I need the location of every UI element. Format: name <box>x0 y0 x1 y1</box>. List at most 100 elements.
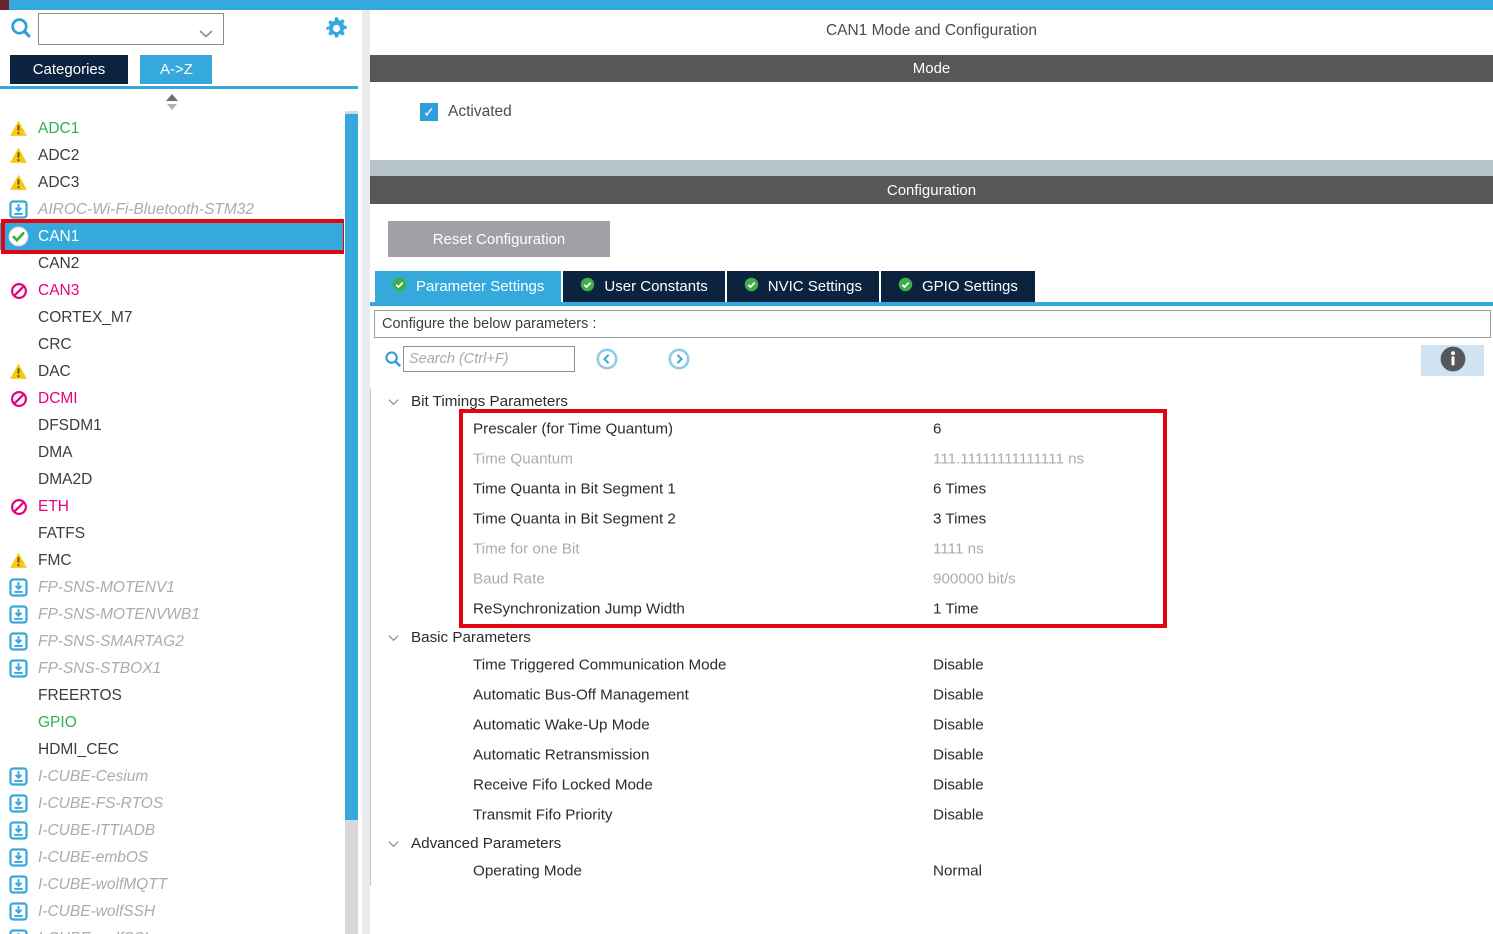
sidebar-item-label: I-CUBE-wolfMQTT <box>38 876 167 894</box>
sidebar-item-fp-sns-smartag2[interactable]: FP-SNS-SMARTAG2 <box>0 628 344 655</box>
reset-configuration-button[interactable]: Reset Configuration <box>388 221 610 257</box>
param-row-receive-fifo-locked-mode[interactable]: Receive Fifo Locked ModeDisable <box>371 770 1493 800</box>
sidebar-search-combobox[interactable] <box>38 13 224 45</box>
section-header-bit-timings-parameters[interactable]: Bit Timings Parameters <box>371 388 1493 414</box>
settings-gear-icon[interactable] <box>323 15 351 43</box>
next-match-icon[interactable] <box>668 348 690 375</box>
sidebar-item-hdmi-cec[interactable]: HDMI_CEC <box>0 736 344 763</box>
sidebar-item-can3[interactable]: CAN3 <box>0 277 344 304</box>
sidebar-item-dma[interactable]: DMA <box>0 439 344 466</box>
sidebar-item-i-cube-embos[interactable]: I-CUBE-embOS <box>0 844 344 871</box>
sidebar-item-can2[interactable]: CAN2 <box>0 250 344 277</box>
param-row-automatic-bus-off-management[interactable]: Automatic Bus-Off ManagementDisable <box>371 680 1493 710</box>
sort-toggle-icon[interactable] <box>166 94 178 111</box>
sidebar-item-dma2d[interactable]: DMA2D <box>0 466 344 493</box>
download-icon <box>8 658 29 679</box>
tab-gpio-settings[interactable]: GPIO Settings <box>881 271 1035 302</box>
sidebar-item-i-cube-fs-rtos[interactable]: I-CUBE-FS-RTOS <box>0 790 344 817</box>
blocked-icon <box>8 496 29 517</box>
sidebar-item-label: FATFS <box>38 525 85 543</box>
sidebar-item-freertos[interactable]: FREERTOS <box>0 682 344 709</box>
sidebar-item-i-cube-ittiadb[interactable]: I-CUBE-ITTIADB <box>0 817 344 844</box>
tab-a-z[interactable]: A->Z <box>140 55 212 84</box>
sidebar-item-i-cube-wolfmqtt[interactable]: I-CUBE-wolfMQTT <box>0 871 344 898</box>
tab-user-constants[interactable]: User Constants <box>563 271 724 302</box>
tab-categories[interactable]: Categories <box>10 55 128 84</box>
param-value[interactable]: 6 Times <box>933 481 986 498</box>
sidebar-item-i-cube-wolfssl[interactable]: I-CUBE-wolfSSL <box>0 925 344 934</box>
param-label: ReSynchronization Jump Width <box>473 601 685 618</box>
parameter-search-input[interactable] <box>403 346 575 372</box>
activated-checkbox[interactable]: ✓ <box>420 103 438 121</box>
sidebar-item-fp-sns-motenv1[interactable]: FP-SNS-MOTENV1 <box>0 574 344 601</box>
chevron-down-icon <box>388 629 399 646</box>
sidebar-item-adc3[interactable]: ADC3 <box>0 169 344 196</box>
sidebar-item-label: CRC <box>38 336 72 354</box>
top-title-bar <box>0 0 1493 10</box>
warning-icon <box>8 118 29 139</box>
param-row-time-for-one-bit[interactable]: Time for one Bit1111 ns <box>371 534 1493 564</box>
sidebar-item-cortex-m7[interactable]: CORTEX_M7 <box>0 304 344 331</box>
sidebar-scrollbar[interactable] <box>345 111 358 934</box>
no-icon <box>8 442 29 463</box>
param-row-time-quantum[interactable]: Time Quantum111.11111111111111 ns <box>371 444 1493 474</box>
sidebar-item-dfsdm1[interactable]: DFSDM1 <box>0 412 344 439</box>
download-icon <box>8 604 29 625</box>
param-row-operating-mode[interactable]: Operating ModeNormal <box>371 856 1493 886</box>
sidebar-item-i-cube-cesium[interactable]: I-CUBE-Cesium <box>0 763 344 790</box>
param-value[interactable]: Disable <box>933 807 984 824</box>
tab-parameter-settings[interactable]: Parameter Settings <box>375 271 561 302</box>
sidebar-item-adc2[interactable]: ADC2 <box>0 142 344 169</box>
sidebar-item-fp-sns-stbox1[interactable]: FP-SNS-STBOX1 <box>0 655 344 682</box>
param-value[interactable]: 1 Time <box>933 601 979 618</box>
sidebar-item-dac[interactable]: DAC <box>0 358 344 385</box>
param-row-automatic-retransmission[interactable]: Automatic RetransmissionDisable <box>371 740 1493 770</box>
section-title: Basic Parameters <box>411 629 531 646</box>
sidebar-item-i-cube-wolfssh[interactable]: I-CUBE-wolfSSH <box>0 898 344 925</box>
sidebar-item-label: I-CUBE-embOS <box>38 849 148 867</box>
tab-label: NVIC Settings <box>768 278 862 295</box>
sidebar-item-can1[interactable]: CAN1 <box>0 223 344 250</box>
section-header-basic-parameters[interactable]: Basic Parameters <box>371 624 1493 650</box>
param-value[interactable]: Normal <box>933 863 982 880</box>
param-value[interactable]: Disable <box>933 777 984 794</box>
activated-label: Activated <box>448 103 512 121</box>
param-row-baud-rate[interactable]: Baud Rate900000 bit/s <box>371 564 1493 594</box>
sidebar-item-crc[interactable]: CRC <box>0 331 344 358</box>
sidebar-item-eth[interactable]: ETH <box>0 493 344 520</box>
sidebar-scrollbar-thumb[interactable] <box>345 114 358 820</box>
param-row-automatic-wake-up-mode[interactable]: Automatic Wake-Up ModeDisable <box>371 710 1493 740</box>
section-basic-parameters: Basic Parameters Time Triggered Communica… <box>371 624 1493 830</box>
param-value[interactable]: Disable <box>933 717 984 734</box>
sidebar-item-fmc[interactable]: FMC <box>0 547 344 574</box>
no-icon <box>8 307 29 328</box>
info-button[interactable] <box>1421 345 1484 376</box>
param-label: Baud Rate <box>473 571 545 588</box>
panel-splitter[interactable] <box>370 160 1493 176</box>
sidebar-item-adc1[interactable]: ADC1 <box>0 115 344 142</box>
sidebar-item-fp-sns-motenvwb1[interactable]: FP-SNS-MOTENVWB1 <box>0 601 344 628</box>
param-value[interactable]: Disable <box>933 657 984 674</box>
section-title: Advanced Parameters <box>411 835 561 852</box>
param-row-transmit-fifo-priority[interactable]: Transmit Fifo PriorityDisable <box>371 800 1493 830</box>
tab-nvic-settings[interactable]: NVIC Settings <box>727 271 879 302</box>
param-row-time-quanta-in-bit-segment-2[interactable]: Time Quanta in Bit Segment 23 Times <box>371 504 1493 534</box>
param-value[interactable]: Disable <box>933 687 984 704</box>
param-row-prescaler-for-time-quantum[interactable]: Prescaler (for Time Quantum)6 <box>371 414 1493 444</box>
sidebar-item-gpio[interactable]: GPIO <box>0 709 344 736</box>
sidebar-item-dcmi[interactable]: DCMI <box>0 385 344 412</box>
param-row-resynchronization-jump-width[interactable]: ReSynchronization Jump Width 1 Time <box>371 594 1493 624</box>
sidebar-item-airoc-wi-fi-bluetooth-stm32[interactable]: AIROC-Wi-Fi-Bluetooth-STM32 <box>0 196 344 223</box>
previous-match-icon[interactable] <box>596 348 618 375</box>
param-row-time-quanta-in-bit-segment-1[interactable]: Time Quanta in Bit Segment 16 Times <box>371 474 1493 504</box>
ok-badge-icon <box>392 277 407 296</box>
param-value[interactable]: 3 Times <box>933 511 986 528</box>
section-header-advanced-parameters[interactable]: Advanced Parameters <box>371 830 1493 856</box>
param-value[interactable]: Disable <box>933 747 984 764</box>
sidebar-item-fatfs[interactable]: FATFS <box>0 520 344 547</box>
param-value[interactable]: 6 <box>933 421 941 438</box>
param-row-time-triggered-communication-mode[interactable]: Time Triggered Communication ModeDisable <box>371 650 1493 680</box>
parameters-tree: Bit Timings ParametersPrescaler (for Tim… <box>370 388 1493 886</box>
sidebar-item-label: FP-SNS-STBOX1 <box>38 660 161 678</box>
download-icon <box>8 199 29 220</box>
